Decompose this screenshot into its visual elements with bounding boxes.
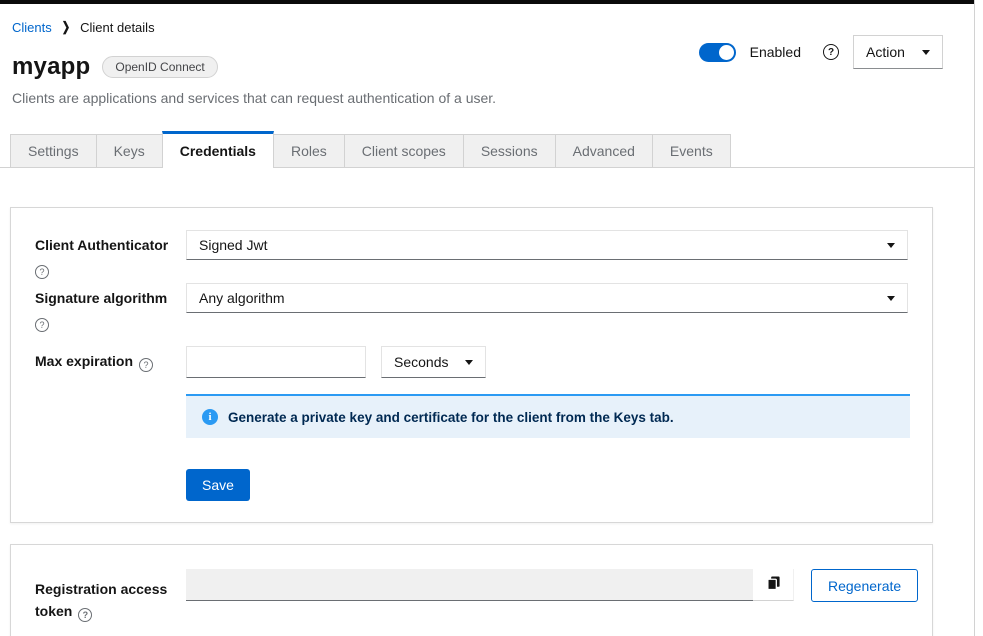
copy-button[interactable]: [753, 569, 794, 601]
max-expiration-help-icon[interactable]: ?: [139, 358, 153, 372]
info-alert-text: Generate a private key and certificate f…: [228, 410, 674, 425]
tab-credentials[interactable]: Credentials: [162, 131, 274, 168]
breadcrumb-current: Client details: [80, 20, 154, 35]
signature-algorithm-value: Any algorithm: [199, 290, 285, 306]
page-header: myapp OpenID Connect Clients are applica…: [0, 35, 974, 106]
max-expiration-row: Max expiration? Seconds: [35, 346, 908, 378]
page-title: myapp: [12, 53, 90, 81]
client-authenticator-select[interactable]: Signed Jwt: [186, 230, 908, 260]
credentials-section: Client Authenticator ? Signed Jwt Signat…: [0, 168, 974, 636]
signature-algorithm-select[interactable]: Any algorithm: [186, 283, 908, 313]
action-dropdown[interactable]: Action: [853, 35, 943, 69]
save-row: Save: [186, 469, 908, 501]
registration-token-row: Registration access token? Regenerate: [35, 569, 908, 622]
regenerate-button[interactable]: Regenerate: [811, 569, 918, 602]
tab-settings[interactable]: Settings: [10, 134, 96, 167]
registration-token-label: Registration access token?: [35, 569, 186, 622]
toggle-knob: [719, 45, 734, 60]
signature-algorithm-help-icon[interactable]: ?: [35, 318, 49, 332]
protocol-badge: OpenID Connect: [102, 56, 217, 78]
registration-token-input[interactable]: [186, 569, 753, 601]
tab-events[interactable]: Events: [652, 134, 731, 167]
info-icon: i: [202, 409, 218, 425]
client-authenticator-value: Signed Jwt: [199, 237, 267, 253]
registration-token-help-icon[interactable]: ?: [78, 608, 92, 622]
enabled-toggle[interactable]: [699, 43, 736, 62]
max-expiration-unit-value: Seconds: [394, 354, 448, 370]
enabled-help-icon[interactable]: ?: [823, 44, 839, 60]
registration-token-card: Registration access token? Regenerate: [10, 544, 933, 636]
registration-token-input-group: [186, 569, 794, 601]
caret-down-icon: [465, 360, 473, 365]
info-alert: i Generate a private key and certificate…: [186, 394, 910, 438]
max-expiration-input[interactable]: [186, 346, 366, 378]
page-subtitle: Clients are applications and services th…: [12, 90, 974, 106]
tab-client-scopes[interactable]: Client scopes: [344, 134, 463, 167]
tab-advanced[interactable]: Advanced: [555, 134, 652, 167]
breadcrumb: Clients ❯ Client details: [0, 4, 974, 35]
action-dropdown-label: Action: [866, 44, 905, 60]
credentials-card: Client Authenticator ? Signed Jwt Signat…: [10, 207, 933, 523]
client-authenticator-label: Client Authenticator: [35, 237, 186, 253]
caret-down-icon: [887, 243, 895, 248]
alert-row: i Generate a private key and certificate…: [186, 394, 908, 438]
enabled-label: Enabled: [750, 44, 801, 60]
client-authenticator-help-icon[interactable]: ?: [35, 265, 49, 279]
max-expiration-label: Max expiration: [35, 353, 133, 369]
caret-down-icon: [922, 50, 930, 55]
client-authenticator-row: Client Authenticator ? Signed Jwt: [35, 230, 908, 279]
registration-token-label-text: Registration access token: [35, 581, 167, 619]
header-controls: Enabled ? Action: [699, 35, 943, 69]
caret-down-icon: [887, 296, 895, 301]
tab-bar: Settings Keys Credentials Roles Client s…: [0, 131, 974, 168]
max-expiration-unit-select[interactable]: Seconds: [381, 346, 486, 378]
copy-icon: [766, 575, 781, 594]
signature-algorithm-row: Signature algorithm ? Any algorithm: [35, 283, 908, 332]
breadcrumb-link-clients[interactable]: Clients: [12, 20, 52, 35]
tab-roles[interactable]: Roles: [274, 134, 344, 167]
page: Clients ❯ Client details myapp OpenID Co…: [0, 0, 975, 636]
tab-keys[interactable]: Keys: [96, 134, 162, 167]
chevron-right-icon: ❯: [62, 20, 70, 34]
save-button[interactable]: Save: [186, 469, 250, 501]
signature-algorithm-label: Signature algorithm: [35, 290, 186, 306]
tab-sessions[interactable]: Sessions: [463, 134, 555, 167]
